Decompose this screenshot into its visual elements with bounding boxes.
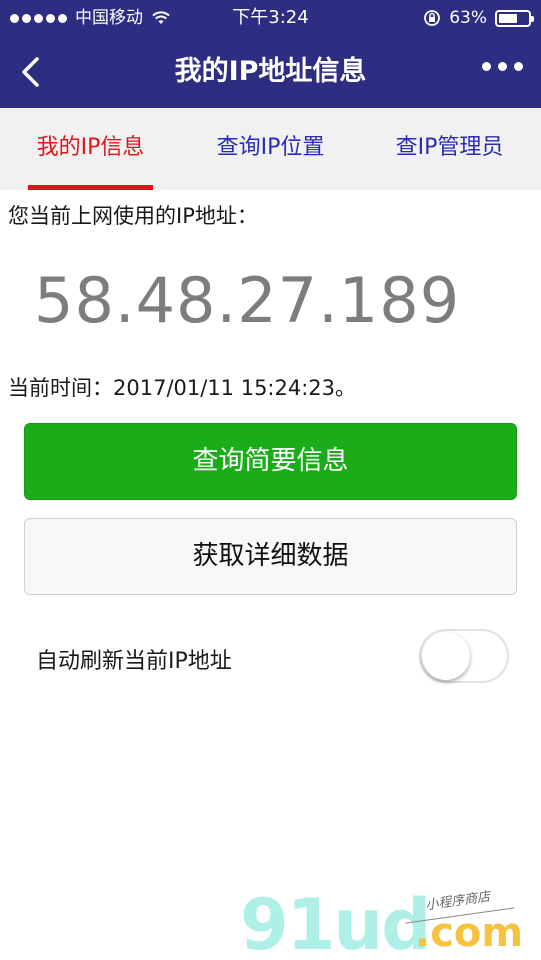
watermark-suffix: .com (415, 910, 524, 956)
battery-percent: 63% (449, 8, 487, 28)
page-title: 我的IP地址信息 (174, 56, 367, 87)
current-time: 当前时间：2017/01/11 15:24:23。 (8, 376, 357, 400)
top-bar: 中国移动 下午3:24 63% 我的IP地址信息 (0, 0, 541, 108)
auto-refresh-label: 自动刷新当前IP地址 (36, 649, 232, 674)
rotation-lock-icon (424, 10, 441, 26)
watermark-brand: 91ud (240, 884, 431, 960)
ip-prompt: 您当前上网使用的IP地址： (8, 204, 258, 228)
switch-knob (422, 632, 470, 680)
tab-ip-admin[interactable]: 查IP管理员 (377, 108, 522, 190)
get-details-button[interactable]: 获取详细数据 (24, 518, 517, 595)
auto-refresh-switch[interactable] (419, 629, 509, 683)
watermark-logo: 91ud 小程序商店 .com (240, 880, 540, 960)
ip-address: 58.48.27.189 (34, 264, 461, 337)
battery-icon (495, 9, 534, 27)
query-summary-button[interactable]: 查询简要信息 (24, 423, 517, 500)
active-tab-indicator (28, 185, 153, 190)
more-dots-icon (482, 62, 491, 71)
status-bar: 中国移动 下午3:24 63% (0, 0, 541, 36)
navigation-bar: 我的IP地址信息 (0, 36, 541, 108)
screen: 中国移动 下午3:24 63% 我的IP地址信息 我的IP信息 查询IP位置 查… (0, 0, 541, 960)
tab-bar: 我的IP信息 查询IP位置 查IP管理员 (0, 108, 541, 190)
more-button[interactable] (482, 62, 523, 71)
status-right: 63% (423, 0, 534, 36)
tab-ip-location[interactable]: 查询IP位置 (198, 108, 343, 190)
tab-my-ip[interactable]: 我的IP信息 (18, 108, 163, 190)
auto-refresh-row: 自动刷新当前IP地址 (0, 626, 541, 686)
